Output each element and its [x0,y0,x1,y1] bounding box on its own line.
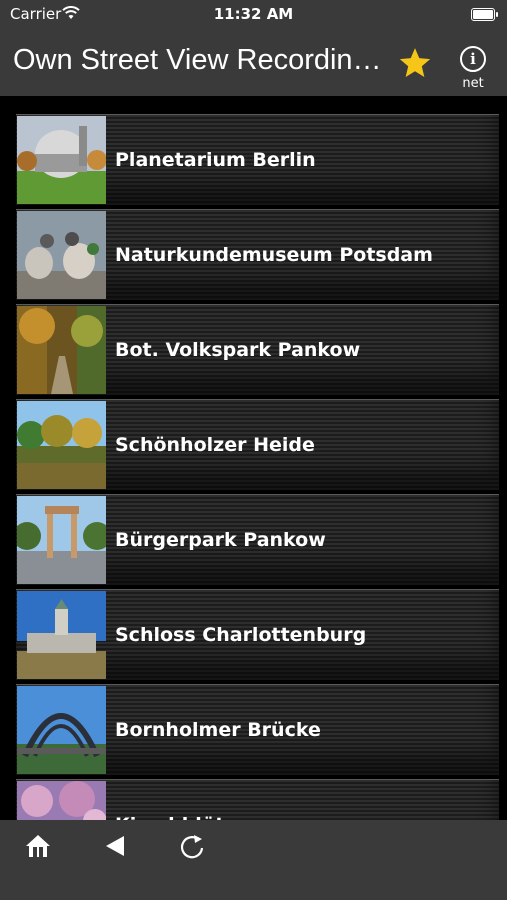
list-item[interactable]: Kirschblüten [16,779,499,820]
list-item-label: Schloss Charlottenburg [115,624,367,646]
list-item[interactable]: Naturkundemuseum Potsdam [16,209,499,300]
status-bar: Carrier 11:32 AM [0,0,507,28]
info-sub-label: net [462,76,484,91]
forest-photo [17,401,106,489]
list-item[interactable]: Bot. Volkspark Pankow [16,304,499,395]
list-item[interactable]: Bornholmer Brücke [16,684,499,775]
list-item[interactable]: Planetarium Berlin [16,114,499,205]
list-item[interactable]: Bürgerpark Pankow [16,494,499,585]
navigation-bar: Own Street View Recordin… i net [0,28,507,96]
page-title: Own Street View Recordin… [13,44,382,76]
gate-photo [17,496,106,584]
planetarium-photo [17,116,106,204]
list-item-label: Bornholmer Brücke [115,719,321,741]
list-item[interactable]: Schloss Charlottenburg [16,589,499,680]
home-indicator-area [0,872,507,900]
cherry-blossom-photo [17,781,106,820]
battery-icon [471,8,498,21]
favorites-star-icon[interactable] [398,46,432,80]
bottom-toolbar [0,820,507,872]
palace-photo [17,591,106,679]
info-button[interactable]: i net [455,46,491,91]
recordings-list[interactable]: Planetarium Berlin Naturkundemuseum Pots… [0,96,507,820]
list-item-label: Schönholzer Heide [115,434,315,456]
reload-icon[interactable] [178,832,206,860]
info-icon: i [460,46,486,72]
list-item-label: Bot. Volkspark Pankow [115,339,361,361]
bridge-photo [17,686,106,774]
list-item-label: Bürgerpark Pankow [115,529,326,551]
home-icon[interactable] [24,832,52,860]
status-time: 11:32 AM [213,5,294,23]
park-path-photo [17,306,106,394]
birds-photo [17,211,106,299]
back-arrow-icon[interactable] [102,832,130,860]
list-item-label: Naturkundemuseum Potsdam [115,244,433,266]
list-item-label: Kirschblüten [115,780,251,820]
list-item-label: Planetarium Berlin [115,149,316,171]
list-item[interactable]: Schönholzer Heide [16,399,499,490]
